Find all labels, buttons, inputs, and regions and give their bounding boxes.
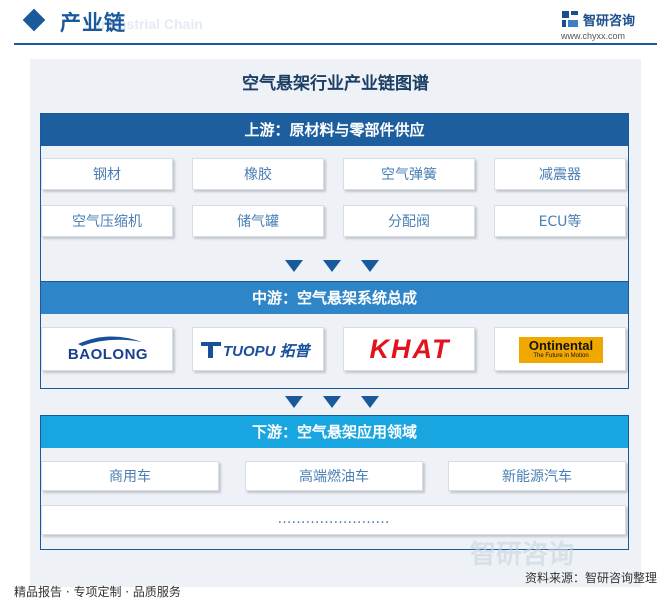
upstream-item: 橡胶 bbox=[192, 158, 324, 190]
diamond-icon bbox=[22, 8, 46, 32]
midstream-title: 中游：空气悬架系统总成 bbox=[41, 282, 628, 314]
watermark: 智研咨询 bbox=[470, 540, 575, 570]
down-arrow-icon bbox=[285, 396, 303, 408]
upstream-item: 分配阀 bbox=[343, 205, 475, 237]
upstream-title: 上游：原材料与零部件供应 bbox=[41, 114, 628, 146]
down-arrow-icon bbox=[361, 396, 379, 408]
down-arrow-icon bbox=[323, 260, 341, 272]
continental-tagline: The Future in Motion bbox=[533, 353, 589, 359]
header-divider bbox=[14, 43, 657, 45]
continental-text: Ontinental bbox=[528, 338, 594, 353]
flow-arrows bbox=[285, 396, 385, 410]
downstream-item: 新能源汽车 bbox=[448, 461, 626, 491]
flow-arrows bbox=[285, 260, 385, 274]
downstream-item: 高端燃油车 bbox=[245, 461, 423, 491]
brand-logo-icon bbox=[562, 11, 578, 27]
upstream-item: 减震器 bbox=[494, 158, 626, 190]
downstream-item: 商用车 bbox=[41, 461, 219, 491]
page-title: 产业链 bbox=[60, 11, 126, 35]
downstream-more: …………………… bbox=[41, 505, 626, 535]
tuopu-logo: TUOPU 拓普 bbox=[192, 327, 324, 371]
header: Industrial Chain 产业链 智研咨询 www.chyxx.com bbox=[0, 0, 671, 45]
downstream-title: 下游：空气悬架应用领域 bbox=[41, 416, 628, 448]
baolong-text: BAOLONG bbox=[67, 346, 149, 363]
chain-panel: 空气悬架行业产业链图谱 上游：原材料与零部件供应 钢材 橡胶 空气弹簧 减震器 … bbox=[30, 59, 641, 587]
upstream-item: 空气压缩机 bbox=[41, 205, 173, 237]
continental-logo: Ontinental The Future in Motion bbox=[494, 327, 626, 371]
upstream-item: ECU等 bbox=[494, 205, 626, 237]
khat-logo: KHAT bbox=[343, 327, 475, 371]
baolong-logo: BAOLONG bbox=[41, 327, 173, 371]
upstream-item: 空气弹簧 bbox=[343, 158, 475, 190]
brand-name: 智研咨询 bbox=[583, 14, 636, 29]
down-arrow-icon bbox=[285, 260, 303, 272]
tuopu-mark-icon bbox=[201, 342, 221, 358]
footer-slogan: 精品报告 · 专项定制 · 品质服务 bbox=[14, 585, 181, 599]
brand: 智研咨询 www.chyxx.com bbox=[561, 8, 657, 41]
down-arrow-icon bbox=[361, 260, 379, 272]
tuopu-text: TUOPU 拓普 bbox=[223, 343, 310, 360]
map-title: 空气悬架行业产业链图谱 bbox=[242, 74, 429, 94]
upstream-item: 储气罐 bbox=[192, 205, 324, 237]
source-note: 资料来源：智研咨询整理 bbox=[524, 571, 657, 585]
down-arrow-icon bbox=[323, 396, 341, 408]
khat-text: KHAT bbox=[369, 334, 451, 364]
continental-badge: Ontinental The Future in Motion bbox=[519, 337, 603, 363]
brand-url: www.chyxx.com bbox=[561, 31, 626, 41]
upstream-item: 钢材 bbox=[41, 158, 173, 190]
